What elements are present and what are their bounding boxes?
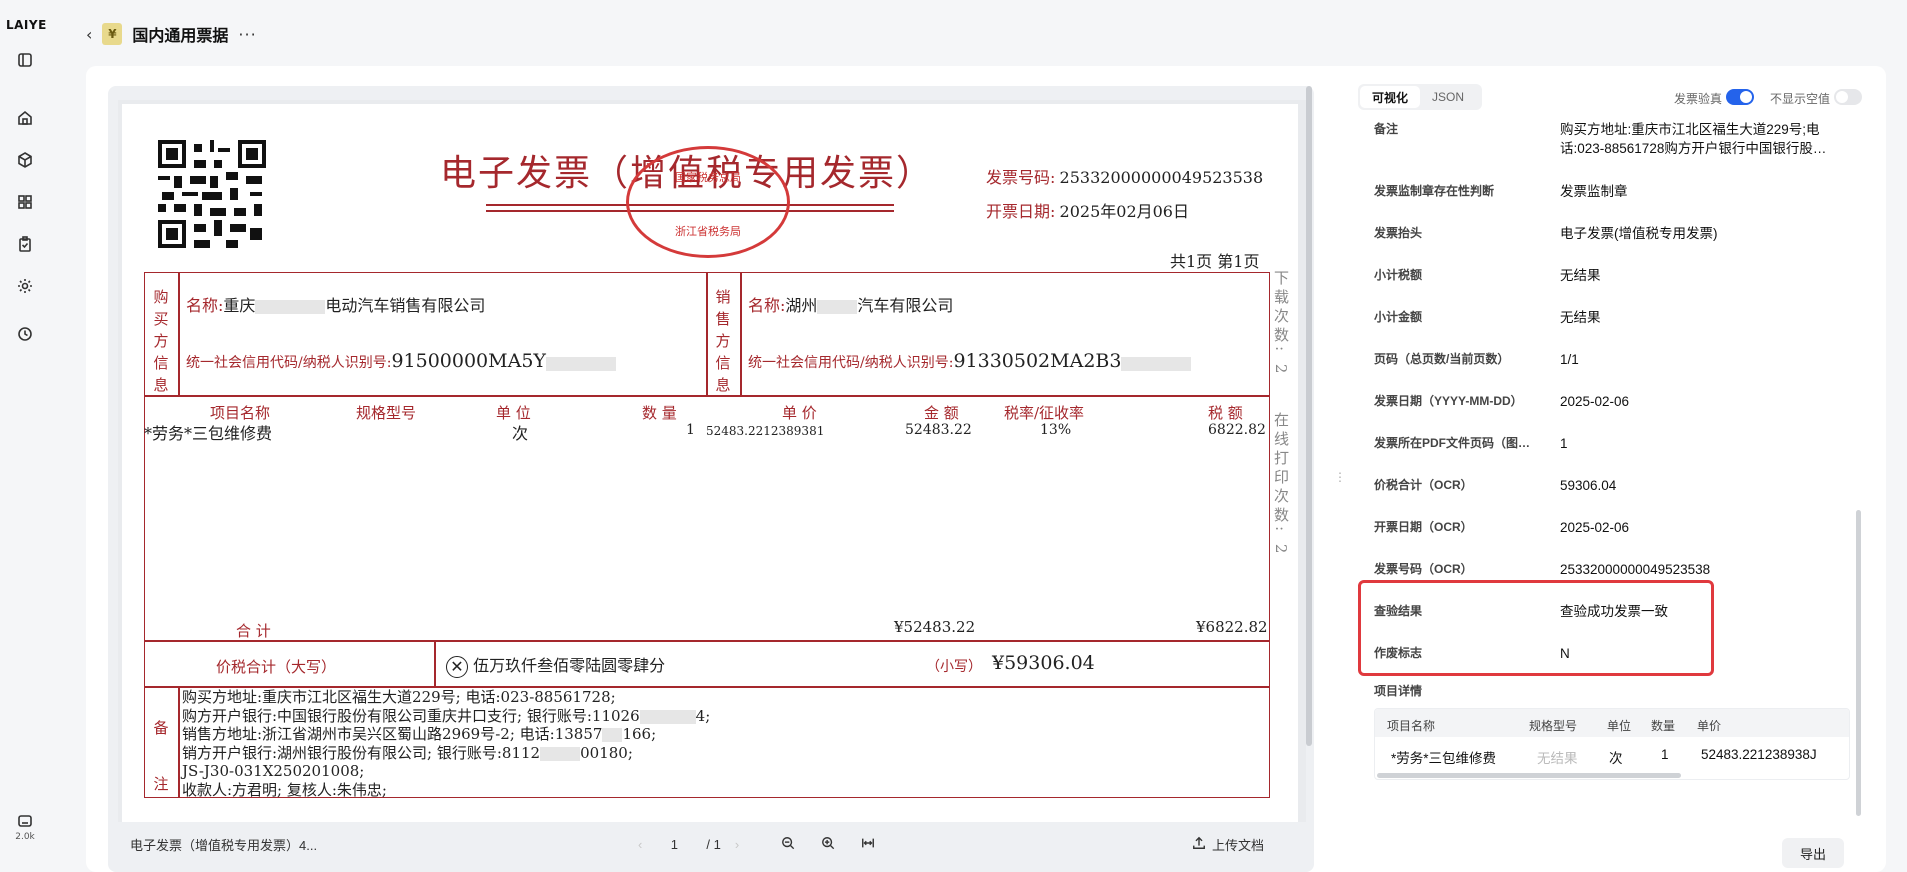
grand-total-upper-label: 价税合计（大写） bbox=[216, 658, 337, 676]
tax-seal-stamp: 国家税务总局 浙江省税务局 bbox=[626, 146, 790, 258]
col-tax-rate: 税率/征收率 bbox=[1004, 404, 1085, 422]
invoice-date: 2025年02月06日 bbox=[1059, 202, 1189, 221]
item-rate: 13% bbox=[1040, 422, 1072, 438]
upload-icon bbox=[1192, 836, 1206, 853]
page-total: / 1 bbox=[706, 836, 721, 852]
item-name: *劳务*三包维修费 bbox=[144, 424, 273, 443]
page-title: 国内通用票据 bbox=[132, 26, 229, 45]
next-page-button[interactable]: › bbox=[735, 837, 739, 852]
document-filename: 电子发票（增值税专用发票）4... bbox=[130, 837, 318, 853]
total-amount: ¥52483.22 bbox=[894, 618, 976, 636]
home-icon[interactable] bbox=[16, 109, 34, 127]
col-price: 单 价 bbox=[782, 404, 817, 422]
page-header: ‹ ¥ 国内通用票据 ··· bbox=[86, 20, 257, 48]
cancel-circle-icon: ✕ bbox=[446, 655, 468, 678]
buyer-name: 名称:重庆 电动汽车销售有限公司 bbox=[186, 296, 486, 315]
page-count: 共1页 第1页 bbox=[1170, 252, 1260, 271]
qr-code-icon bbox=[158, 140, 266, 248]
result-pane-scrollbar[interactable] bbox=[1856, 510, 1861, 816]
total-tax: ¥6822.82 bbox=[1196, 618, 1268, 636]
viewer-scrollbar[interactable] bbox=[1306, 86, 1312, 746]
sidebar-toggle-icon[interactable] bbox=[16, 51, 34, 69]
items-header-row: 项目名称 规格型号 单位 数量 单价 bbox=[1375, 709, 1849, 737]
tab-json[interactable]: JSON bbox=[1420, 86, 1476, 108]
invoice-date-label: 开票日期: bbox=[986, 202, 1056, 221]
apps-grid-icon[interactable] bbox=[16, 193, 34, 211]
buyer-tax-id: 统一社会信用代码/纳税人识别号:91500000MA5Y bbox=[186, 350, 616, 372]
items-horizontal-scrollbar[interactable] bbox=[1377, 773, 1681, 778]
upload-document-button[interactable]: 上传文档 bbox=[1192, 835, 1264, 854]
history-clock-icon[interactable] bbox=[16, 325, 34, 343]
storage-icon[interactable] bbox=[16, 812, 34, 830]
item-tax: 6822.82 bbox=[1208, 422, 1266, 438]
table-row[interactable]: *劳务*三包维修费 无结果 次 1 52483.221238938J bbox=[1375, 739, 1849, 773]
invoice-type-icon: ¥ bbox=[102, 23, 123, 45]
seller-section-label: 销售方信息 bbox=[715, 288, 731, 394]
storage-count: 2.0k bbox=[15, 832, 35, 842]
remark-line: 收款人:方君明; 复核人:朱伟忠; bbox=[182, 780, 387, 799]
print-count: 在线打印次数: 2 bbox=[1272, 412, 1290, 558]
grand-total-small-label: （小写） bbox=[926, 659, 982, 675]
hide-empty-toggle-label: 不显示空值 bbox=[1770, 92, 1831, 106]
zoom-out-icon[interactable] bbox=[781, 836, 795, 853]
item-unit: 次 bbox=[512, 424, 529, 443]
col-amount: 金 额 bbox=[924, 404, 959, 422]
remark-line: 销售方地址:浙江省湖州市吴兴区蜀山路2969号-2; 电话:13857 166; bbox=[182, 725, 657, 743]
export-button[interactable]: 导出 bbox=[1782, 838, 1844, 868]
page-input[interactable]: 1 bbox=[656, 837, 692, 852]
col-spec: 规格型号 bbox=[356, 404, 417, 422]
result-pane: 可视化 JSON 发票验真 不显示空值 备注 购买方地址:重庆市江北区福生大道2… bbox=[1358, 84, 1866, 864]
prev-page-button[interactable]: ‹ bbox=[638, 837, 642, 852]
grand-total-upper: ✕ 伍万玖仟叁佰零陆圆零肆分 bbox=[446, 652, 665, 678]
invoice-number: 25332000000049523538 bbox=[1059, 168, 1264, 187]
col-qty: 数 量 bbox=[642, 404, 677, 422]
more-menu-button[interactable]: ··· bbox=[238, 25, 256, 44]
item-price: 52483.2212389381 bbox=[706, 424, 825, 438]
resize-handle[interactable]: ⋮ bbox=[1334, 470, 1346, 484]
item-qty: 1 bbox=[686, 422, 695, 438]
remark-label: 备注 bbox=[153, 719, 169, 793]
verify-result-highlight bbox=[1358, 580, 1714, 676]
download-count: 下载次数: 2 bbox=[1272, 270, 1290, 378]
zoom-in-icon[interactable] bbox=[821, 836, 835, 853]
left-rail: LAIYE 2.0k bbox=[0, 0, 50, 872]
verify-toggle-label: 发票验真 bbox=[1674, 92, 1723, 106]
remarks-block: 购买方地址:重庆市江北区福生大道229号; 电话:023-88561728; 购… bbox=[182, 688, 710, 799]
remark-line: 购方开户银行:中国银行股份有限公司重庆井口支行; 银行账号:11026 4; bbox=[182, 706, 711, 725]
tab-visual[interactable]: 可视化 bbox=[1360, 86, 1421, 108]
fit-width-icon[interactable] bbox=[861, 836, 875, 853]
remark-line: 销方开户银行:湖州银行股份有限公司; 银行账号:8112 00180; bbox=[182, 743, 633, 762]
items-table: 项目名称 规格型号 单位 数量 单价 *劳务*三包维修费 无结果 次 1 524… bbox=[1374, 708, 1850, 780]
buyer-section-label: 购买方信息 bbox=[153, 288, 169, 394]
item-amount: 52483.22 bbox=[905, 422, 972, 438]
remark-line: JS-J30-031X250201008; bbox=[182, 762, 365, 780]
clipboard-check-icon[interactable] bbox=[16, 235, 34, 253]
seller-tax-id: 统一社会信用代码/纳税人识别号:91330502MA2B3 bbox=[748, 350, 1192, 372]
app-logo: LAIYE bbox=[6, 18, 47, 32]
back-button[interactable]: ‹ bbox=[86, 25, 92, 44]
total-label: 合 计 bbox=[236, 622, 271, 640]
invoice-number-label: 发票号码: bbox=[986, 168, 1056, 187]
verify-toggle[interactable] bbox=[1726, 89, 1754, 105]
settings-gear-icon[interactable] bbox=[16, 277, 34, 295]
grand-total-small: ¥59306.04 bbox=[992, 652, 1095, 674]
remark-line: 购买方地址:重庆市江北区福生大道229号; 电话:023-88561728; bbox=[182, 688, 616, 706]
col-tax: 税 额 bbox=[1208, 404, 1243, 422]
view-tabs: 可视化 JSON bbox=[1358, 84, 1482, 110]
seller-name: 名称:湖州 汽车有限公司 bbox=[748, 296, 954, 315]
items-section-title: 项目详情 bbox=[1374, 684, 1423, 698]
cube-icon[interactable] bbox=[16, 151, 34, 169]
hide-empty-toggle[interactable] bbox=[1834, 89, 1862, 105]
viewer-toolbar: 电子发票（增值税专用发票）4... ‹ 1 / 1 › 上传文档 bbox=[108, 826, 1314, 862]
